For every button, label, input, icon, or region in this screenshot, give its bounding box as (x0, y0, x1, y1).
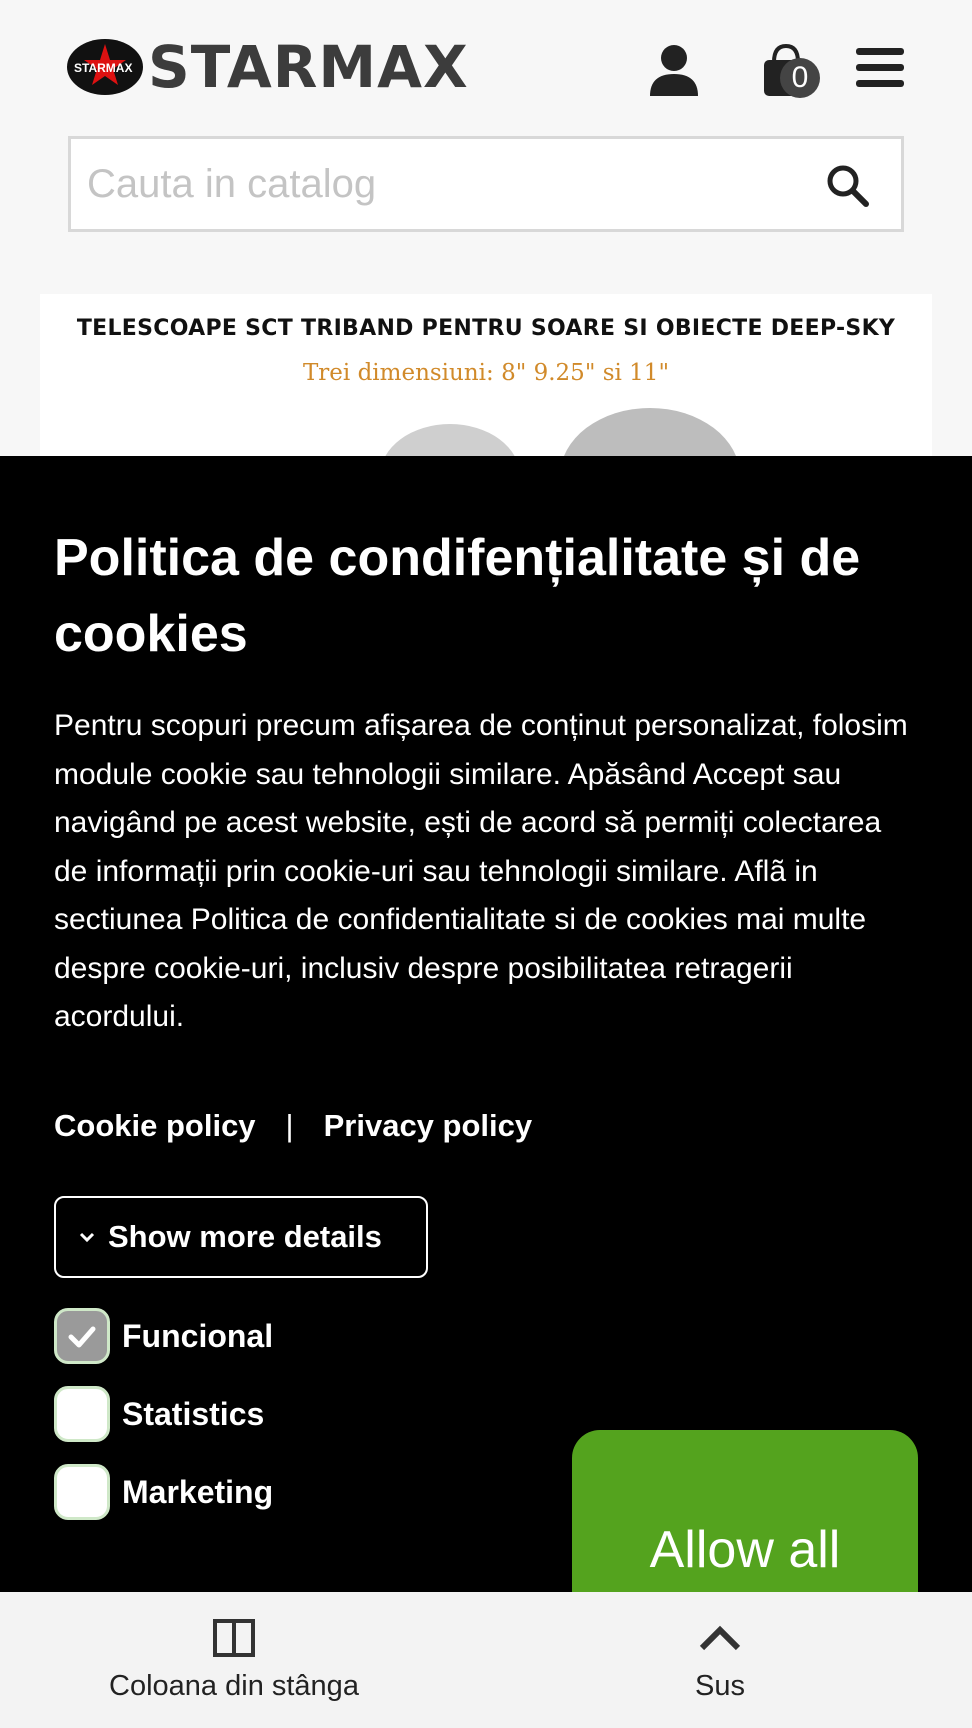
chevron-down-icon (79, 1232, 95, 1243)
site-header: STARMAX STARMAX 0 (0, 0, 972, 250)
chevron-up-icon (699, 1625, 741, 1651)
show-more-details-label: Show more details (108, 1219, 382, 1254)
left-column-label: Coloana din stânga (109, 1670, 359, 1702)
funcional-label: Funcional (122, 1317, 274, 1354)
promo-banner[interactable]: TELESCOAPE SCT TRIBAND PENTRU SOARE SI O… (40, 294, 932, 474)
columns-icon (213, 1619, 255, 1657)
cookie-policy-link[interactable]: Cookie policy (54, 1108, 256, 1144)
search-box (68, 136, 904, 232)
back-to-top-label: Sus (695, 1670, 745, 1702)
banner-title: TELESCOAPE SCT TRIBAND PENTRU SOARE SI O… (76, 316, 896, 341)
consent-option-statistics[interactable]: Statistics (54, 1386, 264, 1442)
cookie-title: Politica de condifențialitate și de cook… (54, 529, 861, 663)
banner-subtitle: Trei dimensiuni: 8" 9.25" si 11" (302, 360, 670, 386)
menu-icon[interactable] (856, 46, 904, 90)
checkmark-icon (68, 1326, 96, 1348)
cookie-description: Pentru scopuri precum afișarea de conțin… (54, 709, 908, 1033)
logo-badge-text: STARMAX (74, 61, 132, 75)
search-input[interactable] (71, 139, 811, 229)
back-to-top-button[interactable]: Sus (620, 1592, 820, 1728)
starmax-badge-icon: STARMAX (67, 39, 143, 95)
statistics-label: Statistics (122, 1395, 265, 1432)
link-separator: | (285, 1108, 294, 1143)
bottom-nav-bar: Coloana din stânga Sus (0, 1592, 972, 1728)
user-icon[interactable] (646, 42, 702, 98)
consent-option-marketing[interactable]: Marketing (54, 1464, 273, 1520)
policy-links: Cookie policy | Privacy policy (54, 1108, 532, 1144)
statistics-checkbox[interactable] (54, 1386, 110, 1442)
funcional-checkbox[interactable] (54, 1308, 110, 1364)
logo-wordmark: STARMAX (148, 33, 469, 101)
marketing-label: Marketing (122, 1473, 274, 1510)
cookie-consent-panel: Politica de condifențialitate și de cook… (0, 456, 972, 1630)
marketing-checkbox[interactable] (54, 1464, 110, 1520)
cart-count-badge: 0 (780, 58, 820, 98)
search-icon[interactable] (825, 163, 869, 207)
consent-option-funcional[interactable]: Funcional (54, 1308, 273, 1364)
left-column-button[interactable]: Coloana din stânga (84, 1592, 384, 1728)
privacy-policy-link[interactable]: Privacy policy (324, 1108, 533, 1144)
site-logo[interactable]: STARMAX STARMAX (66, 36, 469, 98)
show-more-details-button[interactable]: Show more details (54, 1196, 428, 1278)
